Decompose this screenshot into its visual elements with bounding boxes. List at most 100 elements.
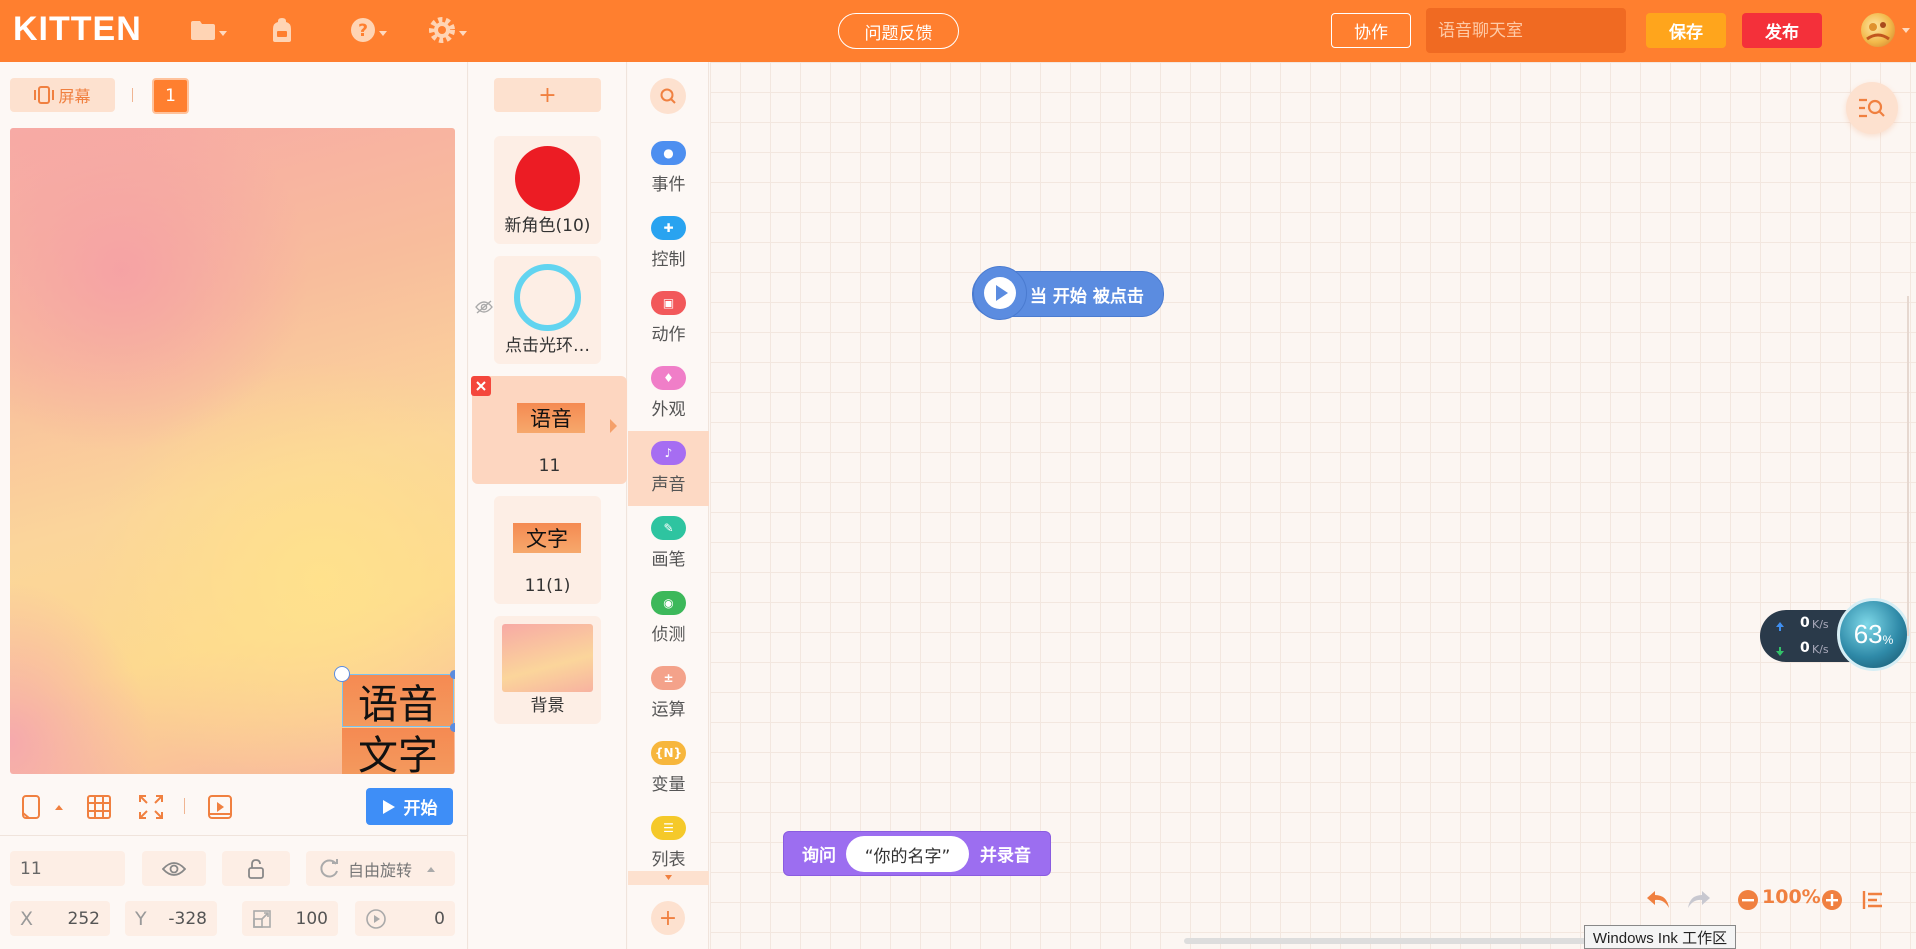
close-icon bbox=[476, 381, 486, 391]
screen-button[interactable]: 屏幕 bbox=[10, 78, 115, 112]
add-extension-button[interactable]: + bbox=[651, 901, 685, 935]
sprite-card[interactable]: 文字 11(1) bbox=[494, 496, 601, 604]
grid-icon[interactable] bbox=[86, 794, 112, 820]
rotation-mode-select[interactable]: 自由旋转 bbox=[306, 851, 455, 886]
divider bbox=[0, 835, 467, 836]
stage-sprite-text[interactable]: 文字 bbox=[342, 728, 454, 774]
phone-frame-icon[interactable] bbox=[18, 794, 44, 820]
minus-circle-icon bbox=[1738, 890, 1758, 910]
redo-button[interactable] bbox=[1686, 886, 1712, 914]
code-workspace[interactable] bbox=[710, 62, 1916, 949]
category-item[interactable]: ▣ 动作 bbox=[628, 281, 709, 356]
category-icon: ± bbox=[651, 666, 686, 690]
vertical-scrollbar[interactable] bbox=[1907, 296, 1909, 636]
caret-down-icon bbox=[665, 875, 672, 880]
category-item[interactable]: ● 事件 bbox=[628, 131, 709, 206]
category-label: 动作 bbox=[651, 325, 686, 345]
ask-and-record-block[interactable]: 询问 “你的名字” 并录音 bbox=[783, 831, 1051, 876]
size-icon bbox=[253, 909, 271, 928]
category-item[interactable]: ♦ 外观 bbox=[628, 356, 709, 431]
sprite-card-selected[interactable]: 语音 11 bbox=[472, 376, 627, 484]
preview-icon[interactable] bbox=[207, 794, 233, 820]
category-label: 侦测 bbox=[651, 625, 686, 645]
workspace-search-button[interactable] bbox=[1846, 82, 1898, 134]
add-sprite-button[interactable]: + bbox=[494, 78, 601, 112]
project-name-input[interactable] bbox=[1426, 8, 1626, 53]
category-item[interactable]: ✚ 控制 bbox=[628, 206, 709, 281]
category-label: 变量 bbox=[651, 775, 686, 795]
category-item[interactable]: ◉ 侦测 bbox=[628, 581, 709, 656]
category-label: 画笔 bbox=[651, 550, 686, 570]
more-categories-button[interactable] bbox=[628, 871, 709, 885]
zoom-in-button[interactable] bbox=[1821, 886, 1843, 914]
start-label: 开始 bbox=[403, 799, 438, 819]
sprite-name-field[interactable]: 11 bbox=[10, 851, 125, 886]
save-button[interactable]: 保存 bbox=[1646, 13, 1726, 48]
stage-sprite-voice[interactable]: 语音 bbox=[342, 674, 454, 728]
size-field[interactable]: 100 bbox=[242, 901, 338, 936]
backpack-icon bbox=[273, 18, 291, 42]
upload-arrow-icon bbox=[1776, 622, 1784, 631]
category-icon: ♦ bbox=[651, 366, 686, 390]
hidden-eye-icon[interactable] bbox=[475, 300, 493, 314]
unlock-icon bbox=[248, 858, 264, 879]
sprite-name: 11 bbox=[538, 456, 561, 476]
x-position-field[interactable]: X 252 bbox=[10, 901, 110, 936]
category-label: 控制 bbox=[651, 250, 686, 270]
resize-handle[interactable] bbox=[450, 670, 455, 679]
chevron-down-icon[interactable] bbox=[1902, 28, 1910, 33]
category-item[interactable]: ☰ 列表 bbox=[628, 806, 709, 881]
backpack-button[interactable] bbox=[269, 16, 295, 44]
y-position-field[interactable]: Y -328 bbox=[125, 901, 217, 936]
help-icon: ? bbox=[351, 18, 375, 42]
download-arrow-icon bbox=[1776, 647, 1784, 656]
more-options-handle[interactable] bbox=[334, 666, 350, 682]
start-button[interactable]: 开始 bbox=[366, 788, 453, 825]
rotate-handle[interactable] bbox=[450, 723, 455, 732]
category-item[interactable]: ♪ 声音 bbox=[628, 431, 709, 506]
screen-tab-1[interactable]: 1 bbox=[152, 78, 189, 114]
rotate-icon bbox=[320, 858, 338, 877]
collaborate-button[interactable]: 协作 bbox=[1331, 13, 1411, 48]
background-card[interactable]: 背景 bbox=[494, 616, 601, 724]
settings-menu[interactable] bbox=[428, 16, 467, 44]
block-label: 当 开始 被点击 bbox=[1030, 286, 1144, 307]
divider bbox=[184, 798, 185, 814]
when-start-clicked-block[interactable]: 当 开始 被点击 bbox=[972, 266, 1164, 320]
stage-canvas[interactable]: 语音 文字 bbox=[10, 128, 455, 774]
help-menu[interactable]: ? bbox=[350, 16, 387, 44]
publish-button[interactable]: 发布 bbox=[1742, 13, 1822, 48]
category-item[interactable]: ✎ 画笔 bbox=[628, 506, 709, 581]
avatar[interactable] bbox=[1861, 13, 1895, 47]
folder-icon bbox=[191, 21, 215, 40]
sprite-card[interactable]: 新角色(10) bbox=[494, 136, 601, 244]
sprite-card[interactable]: 点击光环… bbox=[494, 256, 601, 364]
undo-button[interactable] bbox=[1645, 886, 1671, 914]
ask-text-input[interactable]: “你的名字” bbox=[846, 836, 969, 872]
memory-usage-ball[interactable]: 63% bbox=[1837, 598, 1910, 671]
fullscreen-icon[interactable] bbox=[138, 794, 164, 820]
category-label: 运算 bbox=[651, 700, 686, 720]
align-left-icon bbox=[1862, 891, 1882, 909]
direction-field[interactable]: 0 bbox=[355, 901, 455, 936]
visibility-toggle[interactable] bbox=[142, 851, 206, 886]
delete-sprite-button[interactable] bbox=[471, 376, 491, 396]
caret-up-icon[interactable] bbox=[52, 794, 66, 820]
category-item[interactable]: ± 运算 bbox=[628, 656, 709, 731]
category-icon: {N} bbox=[651, 741, 686, 765]
caret-up-icon bbox=[427, 866, 436, 872]
horizontal-scrollbar[interactable] bbox=[1184, 938, 1604, 944]
feedback-button[interactable]: 问题反馈 bbox=[838, 13, 959, 49]
divider bbox=[132, 88, 133, 102]
start-flag-icon bbox=[973, 266, 1027, 320]
category-label: 事件 bbox=[651, 175, 686, 195]
file-menu[interactable] bbox=[190, 16, 227, 44]
category-item[interactable]: {N} 变量 bbox=[628, 731, 709, 806]
lock-toggle[interactable] bbox=[222, 851, 290, 886]
upload-unit: K/s bbox=[1812, 618, 1829, 631]
zoom-out-button[interactable] bbox=[1737, 886, 1759, 914]
sprite-list: + 新角色(10) 点击光环… 语音 11 文字 11(1) 背景 bbox=[469, 62, 627, 949]
x-value: 252 bbox=[67, 908, 100, 929]
align-blocks-button[interactable] bbox=[1862, 886, 1884, 914]
block-search-button[interactable] bbox=[650, 78, 686, 114]
